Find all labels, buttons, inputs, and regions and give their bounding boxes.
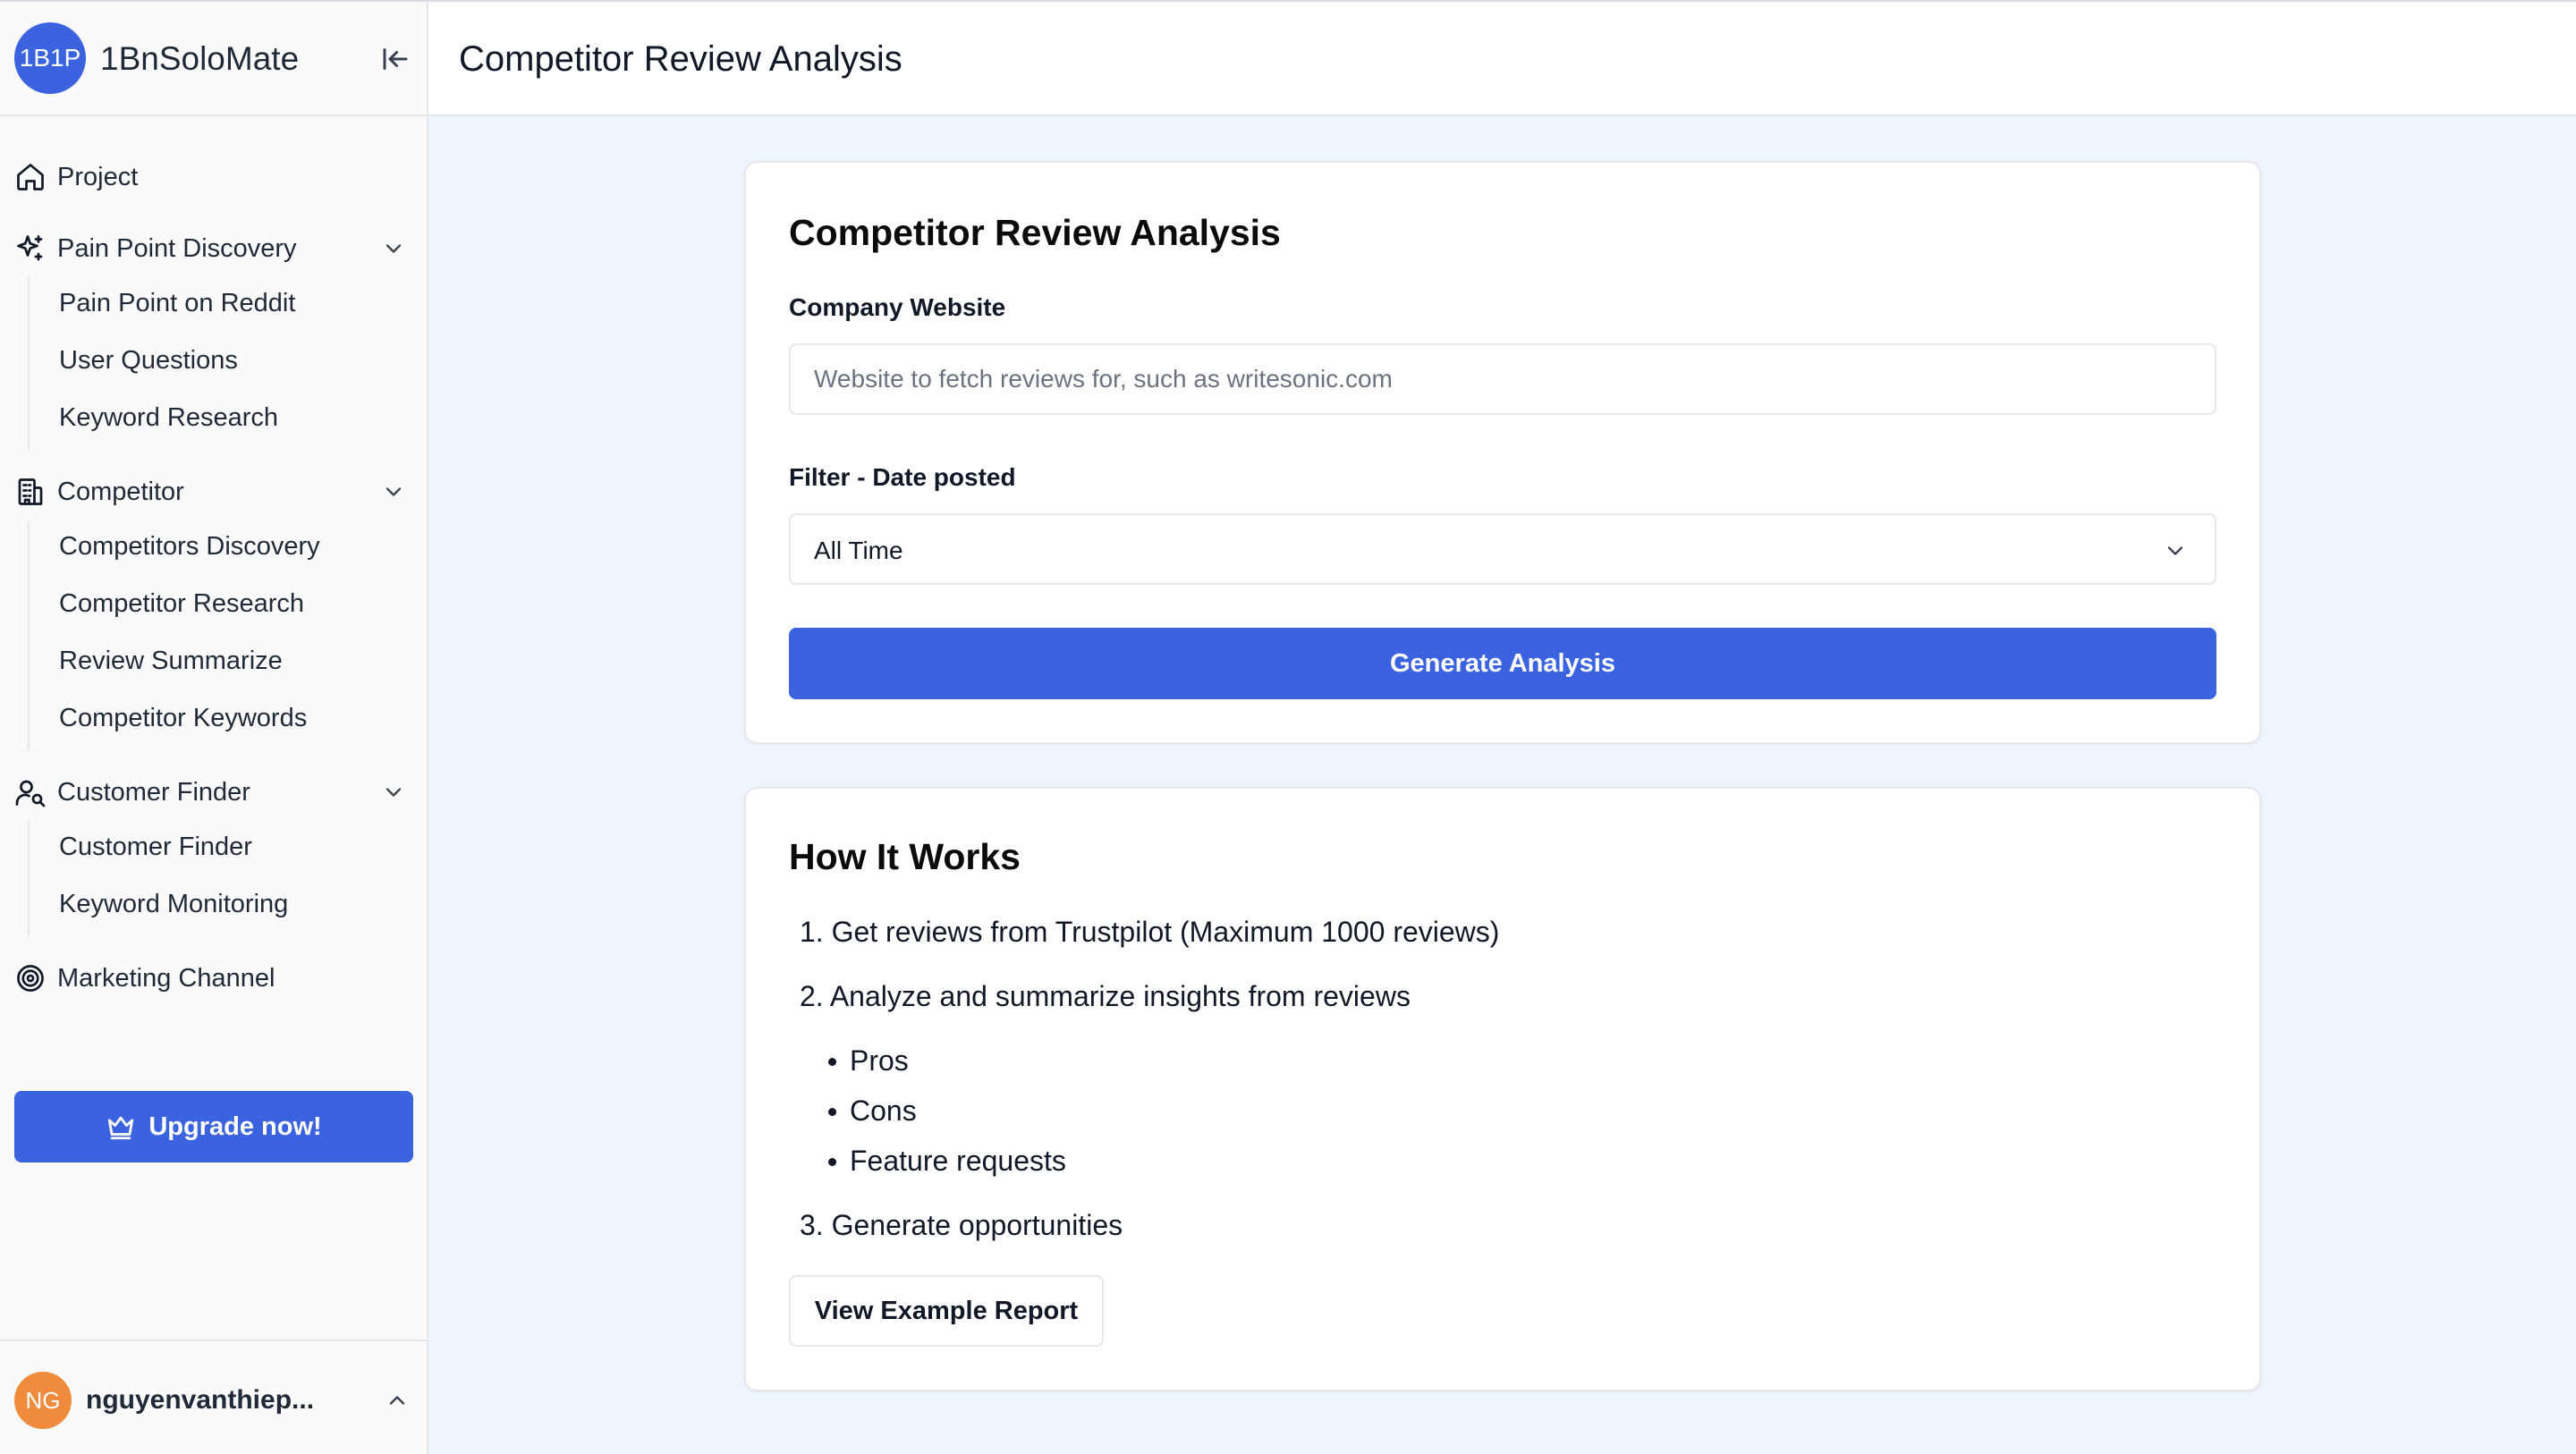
sidebar-item-marketing-channel[interactable]: Marketing Channel xyxy=(14,950,413,1007)
avatar: NG xyxy=(14,1372,72,1429)
sidebar-item-label: Marketing Channel xyxy=(57,964,275,993)
upgrade-button[interactable]: Upgrade now! xyxy=(14,1091,413,1162)
step-item: 3. Generate opportunities xyxy=(800,1209,1123,1241)
submenu-rail xyxy=(28,821,30,935)
sidebar: 1B1P 1BnSoloMate Project Pain Point Disc… xyxy=(0,2,428,1454)
date-filter-label: Filter - Date posted xyxy=(789,463,1016,491)
user-search-icon xyxy=(15,780,46,807)
sidebar-item-review-summarize[interactable]: Review Summarize xyxy=(45,636,413,686)
sidebar-item-competitor-research[interactable]: Competitor Research xyxy=(45,579,413,629)
generate-analysis-button[interactable]: Generate Analysis xyxy=(789,628,2216,699)
sidebar-group-pain-point-discovery[interactable]: Pain Point Discovery xyxy=(14,220,413,277)
sidebar-group-label: Competitor xyxy=(57,478,184,506)
chevron-down-icon[interactable] xyxy=(381,780,406,805)
sidebar-item-keyword-monitoring[interactable]: Keyword Monitoring xyxy=(45,879,413,929)
sidebar-group-label: Pain Point Discovery xyxy=(57,234,297,263)
user-name: nguyenvanthiep... xyxy=(86,1385,315,1415)
app-window: 1B1P 1BnSoloMate Project Pain Point Disc… xyxy=(0,0,2576,1454)
sidebar-item-keyword-research[interactable]: Keyword Research xyxy=(45,393,413,443)
building-icon xyxy=(18,478,43,505)
company-website-label: Company Website xyxy=(789,293,1006,321)
sidebar-item-competitors-discovery[interactable]: Competitors Discovery xyxy=(45,521,413,571)
step-item: 2. Analyze and summarize insights from r… xyxy=(800,980,1411,1012)
page-header: Competitor Review Analysis xyxy=(428,2,2576,116)
brand-header: 1B1P 1BnSoloMate xyxy=(0,2,427,116)
user-menu[interactable]: NG nguyenvanthiep... xyxy=(0,1340,427,1454)
form-title: Competitor Review Analysis xyxy=(789,212,1281,253)
analysis-form-card: Competitor Review Analysis Company Websi… xyxy=(744,161,2261,744)
sidebar-item-competitor-keywords[interactable]: Competitor Keywords xyxy=(45,693,413,743)
sidebar-item-pain-point-on-reddit[interactable]: Pain Point on Reddit xyxy=(45,278,413,328)
collapse-sidebar-icon[interactable] xyxy=(379,43,411,75)
app-logo[interactable]: 1B1P xyxy=(14,22,86,94)
bullet-item: Feature requests xyxy=(828,1145,1066,1177)
chevron-down-icon[interactable] xyxy=(381,479,406,504)
chevron-down-icon[interactable] xyxy=(381,236,406,261)
sidebar-group-competitor[interactable]: Competitor xyxy=(14,463,413,520)
sidebar-group-customer-finder[interactable]: Customer Finder xyxy=(14,764,413,821)
sparkles-icon xyxy=(17,235,43,261)
sidebar-item-project[interactable]: Project xyxy=(14,148,413,206)
submenu-rail xyxy=(28,277,30,449)
date-filter-value: All Time xyxy=(814,537,903,564)
upgrade-label: Upgrade now! xyxy=(148,1112,322,1141)
view-example-report-button[interactable]: View Example Report xyxy=(789,1275,1104,1347)
bullet-item: Pros xyxy=(828,1044,909,1077)
sidebar-item-customer-finder[interactable]: Customer Finder xyxy=(45,822,413,872)
submenu-rail xyxy=(28,520,30,749)
sidebar-group-label: Customer Finder xyxy=(57,778,250,807)
company-website-input[interactable] xyxy=(789,343,2216,415)
app-name: 1BnSoloMate xyxy=(100,40,300,77)
how-it-works-title: How It Works xyxy=(789,836,1021,877)
chevron-down-icon xyxy=(2167,546,2183,555)
sidebar-item-user-questions[interactable]: User Questions xyxy=(45,335,413,385)
crown-icon xyxy=(108,1116,134,1140)
sidebar-item-label: Project xyxy=(57,163,139,191)
step-item: 1. Get reviews from Trustpilot (Maximum … xyxy=(800,916,1500,948)
target-icon xyxy=(17,965,44,992)
home-icon xyxy=(17,164,44,190)
how-it-works-card: How It Works 1. Get reviews from Trustpi… xyxy=(744,787,2261,1391)
page-title: Competitor Review Analysis xyxy=(459,39,902,79)
date-filter-select[interactable]: All Time xyxy=(789,513,2216,585)
bullet-item: Cons xyxy=(828,1095,917,1127)
chevron-up-icon[interactable] xyxy=(385,1388,410,1413)
